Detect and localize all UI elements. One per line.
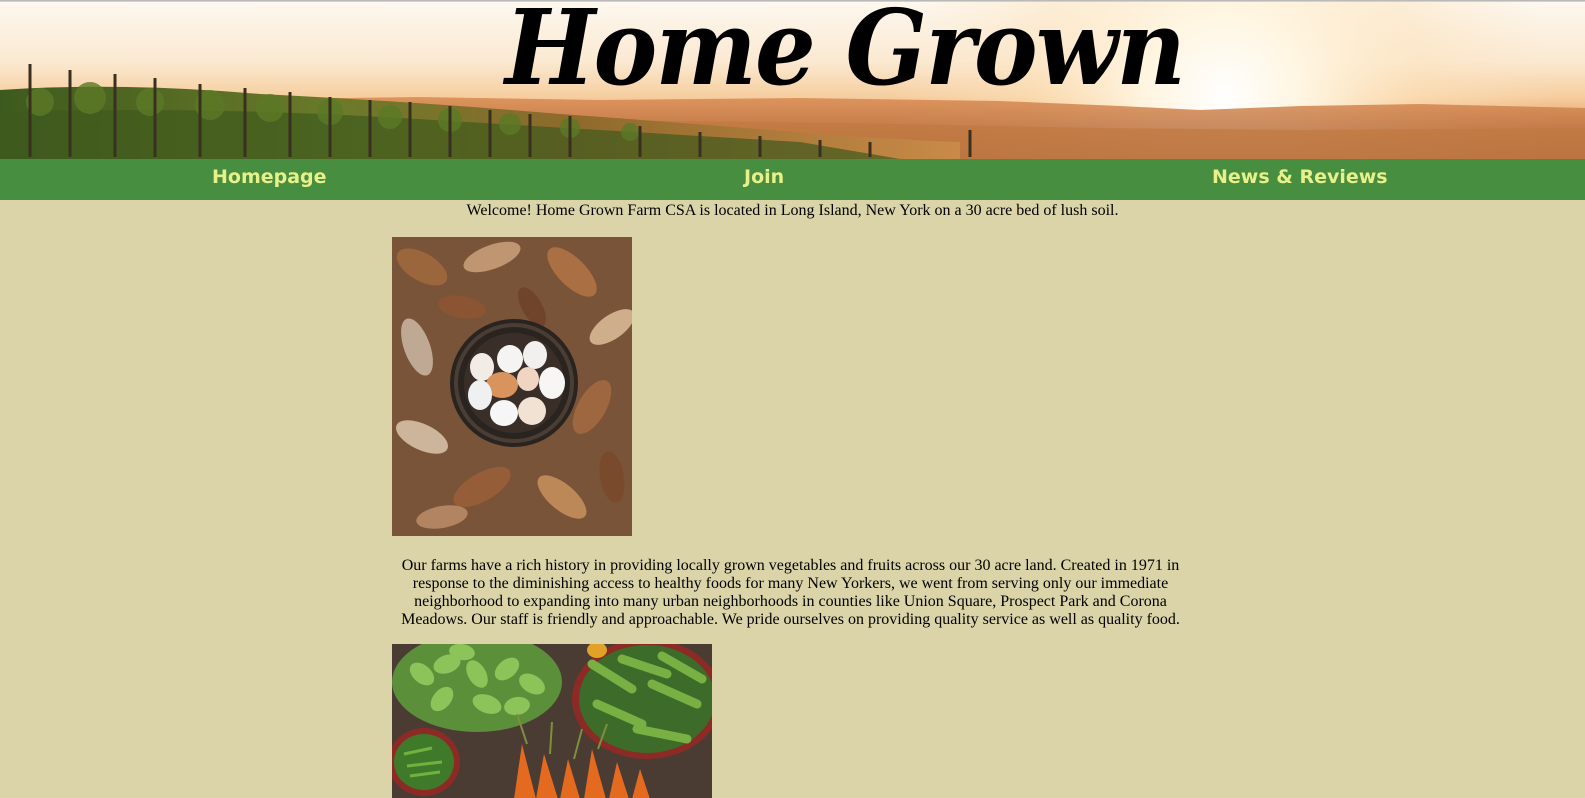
nav-link-homepage[interactable]: Homepage xyxy=(212,166,327,188)
nav-link-news-reviews[interactable]: News & Reviews xyxy=(1212,166,1388,188)
welcome-text: Welcome! Home Grown Farm CSA is located … xyxy=(466,202,1119,219)
header-banner: Home Grown xyxy=(0,2,1585,159)
nav-link-join[interactable]: Join xyxy=(744,166,784,188)
eggs-basket-photo xyxy=(392,237,632,536)
history-paragraph: Our farms have a rich history in providi… xyxy=(401,557,1180,628)
vegetables-photo xyxy=(392,644,712,798)
main-nav: Homepage Join News & Reviews xyxy=(0,159,1585,200)
page: Home Grown Homepage Join News & Reviews … xyxy=(0,0,1585,798)
site-title: Home Grown xyxy=(505,2,1186,109)
